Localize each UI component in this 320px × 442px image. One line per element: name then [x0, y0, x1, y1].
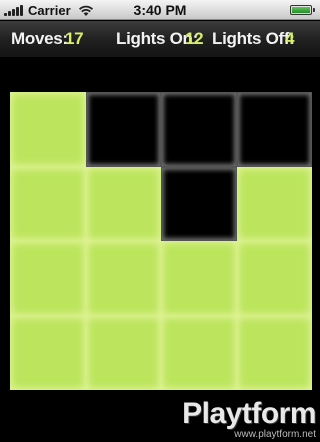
moves-label: Moves:: [11, 29, 68, 48]
watermark-logo: Playtform: [182, 397, 316, 430]
light-cell-r3-c4[interactable]: [236, 241, 312, 316]
light-cell-r2-c4[interactable]: [236, 166, 312, 241]
light-cell-r3-c2[interactable]: [85, 241, 161, 316]
light-cell-r4-c2[interactable]: [85, 315, 161, 390]
battery-icon: [290, 5, 315, 15]
light-cell-r3-c3[interactable]: [161, 241, 237, 316]
lights-on-count: 12: [185, 29, 204, 48]
light-cell-r3-c1[interactable]: [10, 241, 86, 316]
light-cell-r1-c3[interactable]: [161, 92, 237, 167]
game-info-bar: Moves: 17 Lights On: 12 Lights Off: 4: [0, 21, 320, 58]
watermark-url: www.playtform.net: [234, 429, 316, 440]
status-time: 3:40 PM: [133, 2, 187, 18]
light-cell-r4-c3[interactable]: [161, 315, 237, 390]
light-cell-r1-c1[interactable]: [10, 92, 86, 167]
status-bar: Carrier 3:40 PM: [0, 0, 320, 20]
light-cell-r4-c1[interactable]: [10, 315, 86, 390]
watermark: Playtform www.playtform.net: [182, 397, 316, 441]
moves-count: 17: [65, 29, 84, 48]
light-cell-r2-c3[interactable]: [161, 166, 237, 241]
lights-off-label: Lights Off:: [212, 29, 295, 48]
light-cell-r1-c4[interactable]: [236, 92, 312, 167]
battery-fill: [292, 7, 310, 13]
light-cell-r1-c2[interactable]: [85, 92, 161, 167]
light-cell-r4-c4[interactable]: [236, 315, 312, 390]
light-cell-r2-c2[interactable]: [85, 166, 161, 241]
game-board: [10, 92, 312, 390]
light-cell-r2-c1[interactable]: [10, 166, 86, 241]
lights-off-count: 4: [285, 29, 295, 48]
